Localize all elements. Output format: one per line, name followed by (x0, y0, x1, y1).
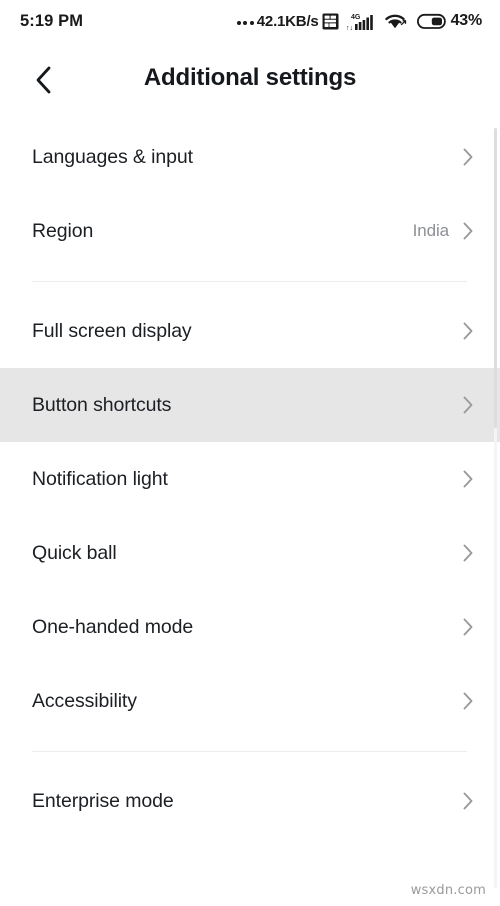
battery-icon (416, 13, 447, 30)
chevron-right-icon (462, 791, 474, 811)
scrollbar-thumb[interactable] (494, 128, 497, 428)
svg-text:↑↓: ↑↓ (346, 25, 353, 31)
status-bar-icons: 42.1KB/s 4G ↑↓ 43% (236, 12, 483, 31)
settings-row-label: Notification light (32, 467, 168, 490)
settings-row-label: Quick ball (32, 541, 117, 564)
settings-row-label: Languages & input (32, 145, 193, 168)
settings-row-label: Region (32, 219, 94, 242)
svg-text:4G: 4G (351, 14, 361, 21)
group-divider (0, 738, 500, 764)
cellular-signal-icon: 4G ↑↓ (346, 12, 375, 31)
settings-row-label: Enterprise mode (32, 789, 174, 812)
settings-row-label: Accessibility (32, 689, 137, 712)
settings-row-label: Button shortcuts (32, 393, 172, 416)
wifi-icon (384, 12, 408, 30)
battery-percent-label: 43% (450, 12, 483, 29)
settings-row[interactable]: Quick ball (0, 516, 500, 590)
divider-line (32, 280, 467, 282)
settings-row[interactable]: Button shortcuts (0, 368, 500, 442)
app-bar: Additional settings (0, 42, 500, 120)
phone-screen: 5:19 PM 42.1KB/s 4G ↑↓ 43% Additional se… (0, 0, 500, 906)
status-bar: 5:19 PM 42.1KB/s 4G ↑↓ 43% (0, 0, 500, 42)
settings-row-label: One-handed mode (32, 615, 194, 638)
network-speed-label: 42.1KB/s (256, 12, 319, 30)
overflow-dots-icon (236, 21, 254, 25)
settings-list: Languages & input Region India Full screen … (0, 120, 500, 838)
settings-row-label: Full screen display (32, 319, 192, 342)
settings-row[interactable]: Full screen display (0, 294, 500, 368)
settings-row[interactable]: Languages & input (0, 120, 500, 194)
chevron-right-icon (462, 691, 474, 711)
chevron-right-icon (462, 543, 474, 563)
page-title: Additional settings (143, 64, 357, 91)
group-divider (0, 268, 500, 294)
chevron-right-icon (462, 147, 474, 167)
chevron-right-icon (462, 321, 474, 341)
settings-row[interactable]: One-handed mode (0, 590, 500, 664)
chevron-right-icon (462, 395, 474, 415)
watermark: wsxdn.com (410, 883, 486, 898)
chevron-right-icon (462, 469, 474, 489)
settings-row[interactable]: Enterprise mode (0, 764, 500, 838)
settings-row[interactable]: Region India (0, 194, 500, 268)
chevron-right-icon (462, 617, 474, 637)
settings-row-value: India (412, 221, 449, 240)
sim-card-icon (322, 13, 339, 30)
settings-row[interactable]: Notification light (0, 442, 500, 516)
status-bar-clock: 5:19 PM (20, 11, 84, 30)
settings-row[interactable]: Accessibility (0, 664, 500, 738)
chevron-right-icon (462, 221, 474, 241)
divider-line (32, 750, 467, 752)
